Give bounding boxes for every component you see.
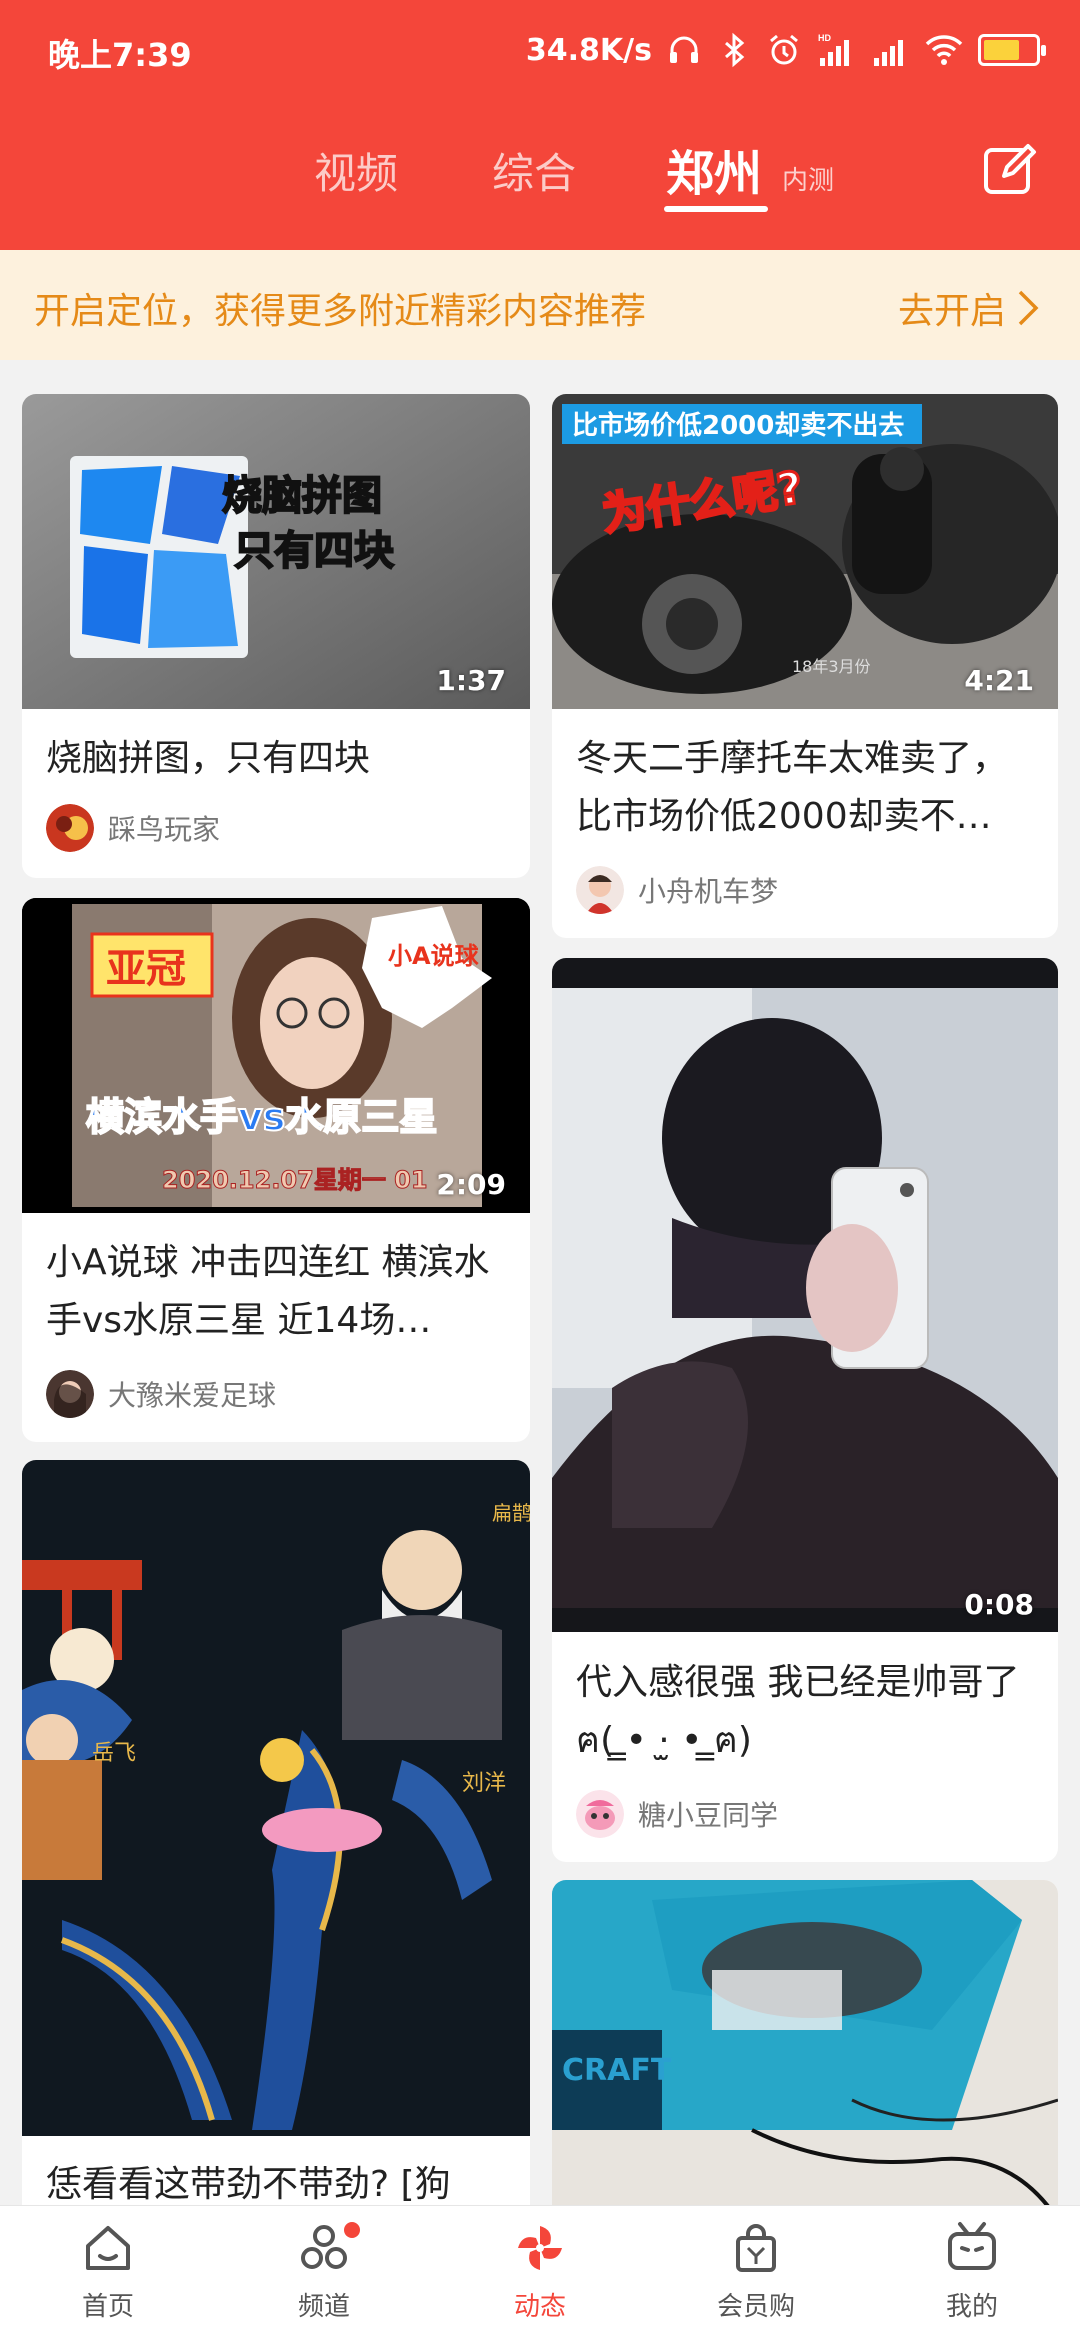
signal-hd-icon: HD [818,33,849,66]
tab-zhengzhou[interactable]: 郑州 [666,134,762,204]
motorcycle-thumbnail-image: 比市场价低2000却卖不出去 为什么呢? 18年3月份 [552,394,1058,709]
historical-figures-thumbnail-image: 岳飞 刘洋 扁鹊 [22,1460,530,2136]
nav-item-dynamic[interactable]: 动态 [432,2220,648,2335]
enable-location-label: 去开启 [897,291,1006,332]
feed-card[interactable]: 亚冠 小A说球 横滨水手vs水原三星 2020.12.07星期一 01 2:09… [22,898,530,1442]
svg-text:刘洋: 刘洋 [462,1771,506,1796]
battery-fill [984,40,1019,60]
puzzle-thumbnail-image: 烧脑拼图 只有四块 [22,394,530,709]
tv-mascot-icon [948,2222,996,2270]
bluetooth-icon [725,32,745,68]
nav-label: 频道 [297,2292,350,2322]
avatar [46,804,94,852]
author-name: 糖小豆同学 [638,1799,779,1832]
svg-text:比市场价低2000却卖不出去: 比市场价低2000却卖不出去 [572,410,904,441]
alarm-icon [770,34,798,65]
author-name: 踩鸟玩家 [108,813,221,846]
video-duration: 2:09 [436,1168,506,1201]
nav-label: 会员购 [716,2292,795,2322]
video-duration: 0:08 [964,1588,1034,1621]
avatar [576,866,624,914]
nav-item-member-shop[interactable]: 会员购 [648,2220,864,2335]
bottom-nav: 首页 频道 动态 会员购 我的 [0,2205,1080,2340]
card-author[interactable]: 大豫米爱足球 [46,1370,276,1418]
wifi-icon [925,35,963,65]
video-duration: 1:37 [436,664,506,697]
product-thumbnail-image: CRAFT [552,1880,1058,2220]
nav-label: 我的 [945,2292,998,2322]
active-tab-indicator [664,206,768,212]
nav-label: 首页 [81,2292,134,2322]
football-thumbnail-image: 亚冠 小A说球 横滨水手vs水原三星 2020.12.07星期一 01 [22,898,530,1213]
headphones-icon [670,36,698,63]
net-speed: 34.8K/s [525,32,652,68]
card-title: 小A说球 冲击四连红 横滨水手vs水原三星 近14场… [46,1242,490,1341]
dynamic-pinwheel-icon [518,2226,562,2270]
card-author[interactable]: 小舟机车梦 [576,866,778,914]
svg-text:只有四块: 只有四块 [234,528,394,574]
chevron-right-icon [1018,290,1039,326]
card-title: 代入感很强 我已经是帅哥了ฅ( ̳• ·̫ • ̳ฅ) [576,1662,1020,1761]
nav-label: 动态 [513,2292,566,2322]
card-author[interactable]: 踩鸟玩家 [46,804,220,852]
video-duration: 4:21 [964,664,1034,697]
feed-card[interactable]: 烧脑拼图 只有四块 1:37 烧脑拼图，只有四块 踩鸟玩家 [22,394,530,878]
selfie-thumbnail-image [552,958,1058,1632]
nav-item-mine[interactable]: 我的 [864,2220,1080,2335]
battery-icon [978,34,1046,66]
video-thumbnail[interactable]: 烧脑拼图 只有四块 1:37 [22,394,530,709]
video-thumbnail[interactable]: 0:08 [552,958,1058,1632]
svg-text:烧脑拼图: 烧脑拼图 [222,473,382,519]
video-thumbnail[interactable]: 亚冠 小A说球 横滨水手vs水原三星 2020.12.07星期一 01 2:09 [22,898,530,1213]
author-name: 小舟机车梦 [638,875,779,908]
card-title: 冬天二手摩托车太难卖了，比市场价低2000却卖不… [576,738,1009,837]
feed-card[interactable]: CRAFT [552,1880,1058,2220]
enable-location-button[interactable]: 去开启 [898,282,1040,334]
beta-badge: 内测 [782,166,835,196]
status-time: 晚上7:39 [48,36,192,74]
feed-card[interactable]: 岳飞 刘洋 扁鹊 恁看看这带劲不带劲? [狗 [22,1460,530,2220]
nav-item-home[interactable]: 首页 [0,2220,216,2335]
status-bar: 晚上7:39 34.8K/s HD [0,0,1080,100]
nav-item-channel[interactable]: 频道 [216,2220,432,2335]
video-thumbnail[interactable]: CRAFT [552,1880,1058,2220]
svg-text:2020.12.07星期一 01: 2020.12.07星期一 01 [162,1166,428,1194]
edit-icon[interactable] [980,140,1040,200]
svg-text:扁鹊: 扁鹊 [492,1501,530,1525]
video-thumbnail[interactable]: 岳飞 刘洋 扁鹊 [22,1460,530,2136]
feed-card[interactable]: 比市场价低2000却卖不出去 为什么呢? 18年3月份 4:21 冬天二手摩托车… [552,394,1058,938]
tab-video[interactable]: 视频 [314,140,398,201]
app-header: 晚上7:39 34.8K/s HD 视频 综合 郑州 内测 [0,0,1080,250]
location-banner-message: 开启定位，获得更多附近精彩内容推荐 [34,291,647,332]
home-icon [86,2226,130,2270]
shopping-bag-icon [736,2224,776,2272]
tab-general[interactable]: 综合 [492,140,576,201]
avatar [576,1790,624,1838]
avatar [46,1370,94,1418]
card-title: 烧脑拼图，只有四块 [46,738,371,779]
feed-card[interactable]: 0:08 代入感很强 我已经是帅哥了ฅ( ̳• ·̫ • ̳ฅ) 糖小豆同学 [552,958,1058,1862]
svg-text:横滨水手vs水原三星: 横滨水手vs水原三星 [86,1095,437,1139]
svg-text:18年3月份: 18年3月份 [792,657,871,676]
svg-text:小A说球: 小A说球 [388,942,480,970]
card-author[interactable]: 糖小豆同学 [576,1790,778,1838]
video-thumbnail[interactable]: 比市场价低2000却卖不出去 为什么呢? 18年3月份 4:21 [552,394,1058,709]
svg-text:CRAFT: CRAFT [562,2053,672,2088]
top-tabs: 视频 综合 郑州 内测 [0,130,1080,220]
svg-text:亚冠: 亚冠 [106,946,186,992]
status-icons: 34.8K/s HD [525,28,1046,72]
author-name: 大豫米爱足球 [108,1379,277,1412]
signal-icon [874,40,903,66]
location-banner: 开启定位，获得更多附近精彩内容推荐 去开启 [0,250,1080,360]
svg-text:岳飞: 岳飞 [92,1741,136,1766]
svg-text:HD: HD [818,33,831,43]
notification-dot [344,2222,360,2238]
